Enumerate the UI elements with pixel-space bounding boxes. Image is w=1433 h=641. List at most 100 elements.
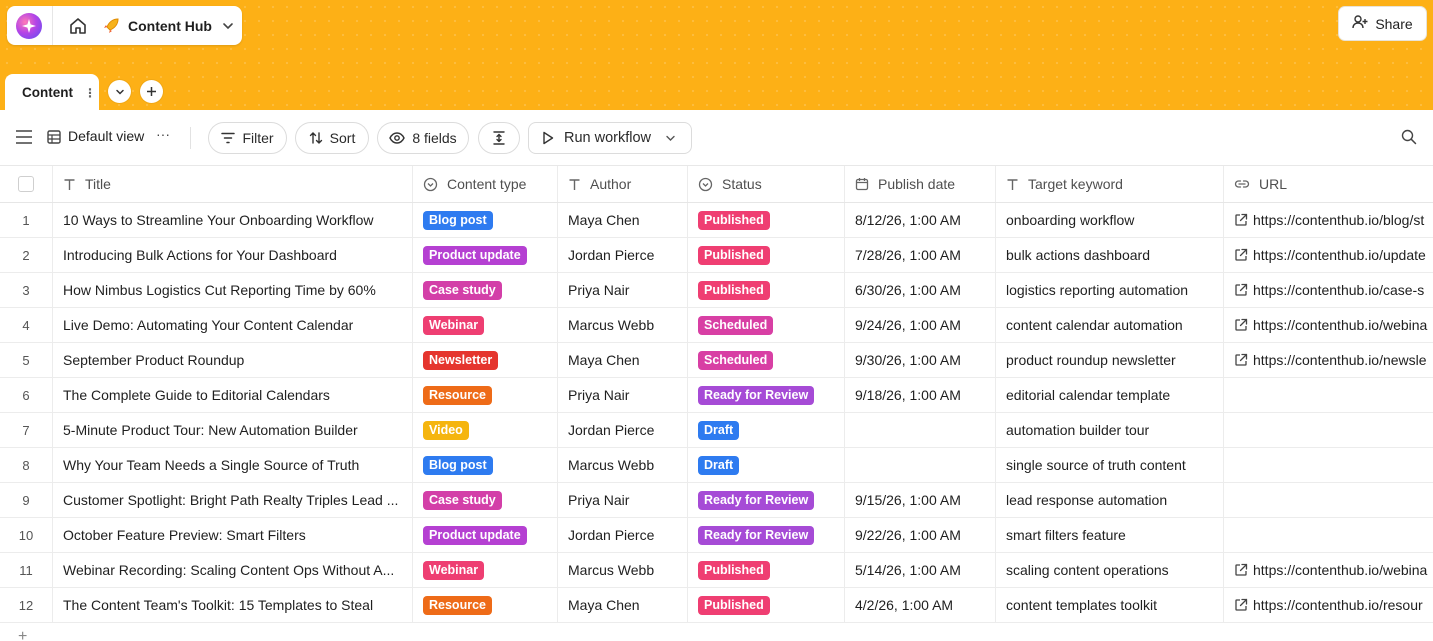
content-type-cell[interactable]: Blog post [413,448,558,482]
author-cell[interactable]: Marcus Webb [558,448,688,482]
publish-date-cell[interactable]: 9/18/26, 1:00 AM [845,378,996,412]
url-cell[interactable]: https://contenthub.io/resour [1224,588,1433,622]
keyword-cell[interactable]: product roundup newsletter [996,343,1224,377]
share-button[interactable]: Share [1338,6,1427,41]
title-cell[interactable]: Live Demo: Automating Your Content Calen… [53,308,413,342]
publish-date-cell[interactable]: 9/30/26, 1:00 AM [845,343,996,377]
title-cell[interactable]: Why Your Team Needs a Single Source of T… [53,448,413,482]
content-type-cell[interactable]: Case study [413,273,558,307]
publish-date-cell[interactable]: 5/14/26, 1:00 AM [845,553,996,587]
status-cell[interactable]: Ready for Review [688,483,845,517]
home-icon[interactable] [68,16,88,36]
table-row[interactable]: 5 September Product Roundup Newsletter Maya… [0,343,1433,378]
status-cell[interactable]: Published [688,553,845,587]
publish-date-cell[interactable]: 7/28/26, 1:00 AM [845,238,996,272]
chevron-down-icon[interactable] [222,20,234,32]
url-text[interactable]: https://contenthub.io/newsle [1253,352,1427,368]
url-cell[interactable]: https://contenthub.io/blog/st [1224,203,1433,237]
title-cell[interactable]: 5-Minute Product Tour: New Automation Bu… [53,413,413,447]
table-row[interactable]: 7 5-Minute Product Tour: New Automation B… [0,413,1433,448]
status-cell[interactable]: Draft [688,448,845,482]
status-cell[interactable]: Scheduled [688,343,845,377]
title-cell[interactable]: Webinar Recording: Scaling Content Ops W… [53,553,413,587]
title-cell[interactable]: How Nimbus Logistics Cut Reporting Time … [53,273,413,307]
menu-icon[interactable] [15,129,33,145]
url-cell[interactable]: https://contenthub.io/newsle [1224,343,1433,377]
add-tab-button[interactable] [140,80,163,103]
filter-button[interactable]: Filter [208,122,287,154]
column-header-publish-date[interactable]: Publish date [845,166,996,202]
url-text[interactable]: https://contenthub.io/blog/st [1253,212,1424,228]
column-header-content-type[interactable]: Content type [413,166,558,202]
url-cell[interactable]: https://contenthub.io/webina [1224,308,1433,342]
url-text[interactable]: https://contenthub.io/webina [1253,317,1427,333]
content-type-cell[interactable]: Resource [413,378,558,412]
publish-date-cell[interactable]: 6/30/26, 1:00 AM [845,273,996,307]
status-cell[interactable]: Published [688,203,845,237]
keyword-cell[interactable]: logistics reporting automation [996,273,1224,307]
url-cell[interactable] [1224,483,1433,517]
keyword-cell[interactable]: automation builder tour [996,413,1224,447]
url-cell[interactable]: https://contenthub.io/update [1224,238,1433,272]
status-cell[interactable]: Published [688,588,845,622]
keyword-cell[interactable]: single source of truth content [996,448,1224,482]
content-type-cell[interactable]: Product update [413,238,558,272]
author-cell[interactable]: Jordan Pierce [558,413,688,447]
publish-date-cell[interactable]: 9/15/26, 1:00 AM [845,483,996,517]
url-cell[interactable] [1224,518,1433,552]
author-cell[interactable]: Maya Chen [558,343,688,377]
publish-date-cell[interactable]: 9/22/26, 1:00 AM [845,518,996,552]
column-header-title[interactable]: Title [53,166,413,202]
column-header-url[interactable]: URL [1224,166,1433,202]
row-height-button[interactable] [478,122,520,154]
external-link-icon[interactable] [1234,283,1248,297]
title-cell[interactable]: 10 Ways to Streamline Your Onboarding Wo… [53,203,413,237]
tabs-dropdown-button[interactable] [108,80,131,103]
status-cell[interactable]: Ready for Review [688,378,845,412]
content-type-cell[interactable]: Video [413,413,558,447]
content-type-cell[interactable]: Resource [413,588,558,622]
table-row[interactable]: 1 10 Ways to Streamline Your Onboarding W… [0,203,1433,238]
keyword-cell[interactable]: content templates toolkit [996,588,1224,622]
url-cell[interactable] [1224,448,1433,482]
external-link-icon[interactable] [1234,318,1248,332]
keyword-cell[interactable]: scaling content operations [996,553,1224,587]
status-cell[interactable]: Published [688,238,845,272]
external-link-icon[interactable] [1234,598,1248,612]
column-header-target-keyword[interactable]: Target keyword [996,166,1224,202]
keyword-cell[interactable]: editorial calendar template [996,378,1224,412]
table-row[interactable]: 12 The Content Team's Toolkit: 15 Templat… [0,588,1433,623]
view-selector[interactable]: Default view [68,128,144,144]
status-cell[interactable]: Draft [688,413,845,447]
keyword-cell[interactable]: onboarding workflow [996,203,1224,237]
keyword-cell[interactable]: bulk actions dashboard [996,238,1224,272]
url-cell[interactable]: https://contenthub.io/case-s [1224,273,1433,307]
add-row-icon[interactable]: + [18,628,27,641]
select-all-checkbox[interactable] [18,176,34,192]
external-link-icon[interactable] [1234,213,1248,227]
table-row[interactable]: 9 Customer Spotlight: Bright Path Realty … [0,483,1433,518]
keyword-cell[interactable]: lead response automation [996,483,1224,517]
author-cell[interactable]: Marcus Webb [558,308,688,342]
content-type-cell[interactable]: Webinar [413,553,558,587]
author-cell[interactable]: Priya Nair [558,378,688,412]
external-link-icon[interactable] [1234,353,1248,367]
publish-date-cell[interactable]: 8/12/26, 1:00 AM [845,203,996,237]
column-header-author[interactable]: Author [558,166,688,202]
author-cell[interactable]: Maya Chen [558,588,688,622]
author-cell[interactable]: Priya Nair [558,483,688,517]
table-row[interactable]: 3 How Nimbus Logistics Cut Reporting Time… [0,273,1433,308]
publish-date-cell[interactable]: 9/24/26, 1:00 AM [845,308,996,342]
table-row[interactable]: 10 October Feature Preview: Smart Filters… [0,518,1433,553]
publish-date-cell[interactable] [845,448,996,482]
url-cell[interactable]: https://contenthub.io/webina [1224,553,1433,587]
url-text[interactable]: https://contenthub.io/case-s [1253,282,1424,298]
tab-content[interactable]: Content ⋮ [5,74,99,111]
content-type-cell[interactable]: Newsletter [413,343,558,377]
url-text[interactable]: https://contenthub.io/webina [1253,562,1427,578]
status-cell[interactable]: Scheduled [688,308,845,342]
title-cell[interactable]: Customer Spotlight: Bright Path Realty T… [53,483,413,517]
author-cell[interactable]: Maya Chen [558,203,688,237]
title-cell[interactable]: The Content Team's Toolkit: 15 Templates… [53,588,413,622]
url-cell[interactable] [1224,378,1433,412]
